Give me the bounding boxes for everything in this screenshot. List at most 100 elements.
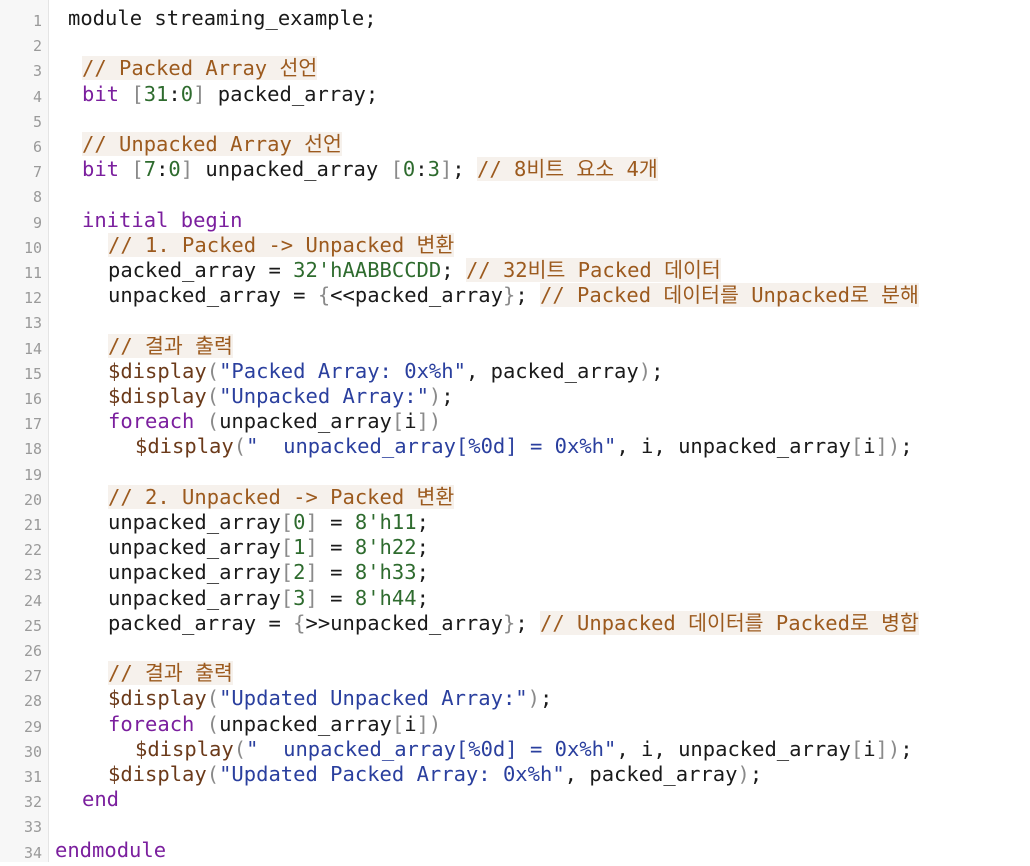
code-editor[interactable]: 1 module streaming_example; 2 3// Packed Ar…	[0, 0, 1030, 862]
code-text: // Packed Array 선언	[82, 56, 318, 81]
code-token: ;	[416, 510, 429, 534]
code-token: :	[168, 81, 181, 106]
code-token: , packed_array	[465, 358, 639, 383]
code-line[interactable]: 25 packed_array = {>>unpacked_array}; // …	[0, 610, 1030, 636]
code-token: i	[863, 434, 876, 459]
code-token: unpacked_array	[219, 409, 392, 434]
code-token: [	[280, 560, 294, 585]
code-text: unpacked_array[1] = 8'h22;	[108, 535, 429, 560]
code-token: =	[317, 535, 355, 560]
code-line[interactable]: 12 unpacked_array = {<<packed_array}; // …	[0, 283, 1030, 308]
code-token: $display	[108, 686, 207, 711]
code-line[interactable]: 20// 2. Unpacked -> Packed 변환	[0, 484, 1030, 510]
code-text: module streaming_example;	[68, 6, 377, 31]
code-token: $display	[108, 358, 207, 383]
code-token: 3	[293, 585, 306, 610]
code-token: =	[317, 510, 355, 534]
code-line[interactable]: 19	[0, 460, 1030, 485]
code-token: unpacked_array	[108, 510, 281, 534]
code-token: end	[82, 787, 120, 812]
code-token: )	[428, 711, 442, 736]
code-line[interactable]: 11 packed_array = 32'hAABBCCDD; // 32비트 P…	[0, 258, 1030, 283]
code-line[interactable]: 31 $display("Updated Packed Array: 0x%h",…	[0, 762, 1030, 787]
code-text: $display("Unpacked Array:");	[108, 384, 454, 409]
code-token: packed_array =	[108, 610, 294, 635]
code-line[interactable]: 26	[0, 636, 1030, 661]
code-token: ]	[305, 585, 318, 610]
code-line[interactable]: 29 foreach (unpacked_array[i])	[0, 712, 1030, 737]
code-line[interactable]: 21 unpacked_array[0] = 8'h11;	[0, 510, 1030, 535]
code-text: // 결과 출력	[108, 661, 233, 686]
code-line[interactable]: 5	[0, 107, 1030, 132]
code-line[interactable]: 14// 결과 출력	[0, 333, 1030, 359]
code-token: :	[156, 157, 169, 182]
code-line[interactable]: 30 $display(" unpacked_array[%0d] = 0x%h"…	[0, 737, 1030, 762]
code-token: (	[206, 409, 220, 434]
code-token: )	[638, 358, 652, 383]
code-token: (	[206, 384, 220, 408]
code-token: // Unpacked 데이터를 Packed로 병합	[540, 610, 919, 635]
code-text: bit [7:0] unpacked_array [0:3]; // 8비트 요…	[82, 157, 658, 182]
code-text: $display(" unpacked_array[%0d] = 0x%h", …	[135, 737, 913, 762]
code-token: foreach	[108, 711, 195, 736]
code-line[interactable]: 27// 결과 출력	[0, 661, 1030, 686]
code-line[interactable]: 34 endmodule	[0, 838, 1030, 863]
code-text: $display("Updated Unpacked Array:");	[108, 686, 552, 711]
code-token: [	[850, 736, 864, 761]
code-line[interactable]: 24 unpacked_array[3] = 8'h44;	[0, 586, 1030, 611]
code-token: =	[317, 585, 355, 610]
code-line[interactable]: 33	[0, 812, 1030, 837]
code-line[interactable]: 17 foreach (unpacked_array[i])	[0, 409, 1030, 434]
code-text: end	[82, 787, 119, 812]
code-line[interactable]: 7 bit [7:0] unpacked_array [0:3]; // 8비트 …	[0, 157, 1030, 182]
code-token: [	[280, 585, 294, 610]
code-line[interactable]: 28 $display("Updated Unpacked Array:");	[0, 686, 1030, 711]
code-text: packed_array = 32'hAABBCCDD; // 32비트 Pac…	[108, 258, 721, 283]
code-token: // 결과 출력	[108, 661, 233, 686]
code-token: 0	[402, 157, 416, 182]
code-token: // Packed 데이터를 Unpacked로 분해	[540, 283, 919, 308]
code-line[interactable]: 1 module streaming_example;	[0, 6, 1030, 31]
code-token: 0	[293, 510, 306, 534]
code-line[interactable]: 3// Packed Array 선언	[0, 56, 1030, 81]
code-line[interactable]: 18 $display(" unpacked_array[%0d] = 0x%h"…	[0, 434, 1030, 459]
code-token: $display	[108, 384, 207, 408]
code-line[interactable]: 15 $display("Packed Array: 0x%h", packed_…	[0, 359, 1030, 384]
code-line[interactable]: 4 bit [31:0] packed_array;	[0, 82, 1030, 107]
code-token: 0	[168, 157, 181, 182]
code-token: )	[527, 686, 540, 711]
code-line[interactable]: 2	[0, 31, 1030, 56]
code-text: unpacked_array[3] = 8'h44;	[108, 586, 429, 611]
code-text: // Unpacked Array 선언	[82, 132, 342, 157]
code-line[interactable]: 23 unpacked_array[2] = 8'h33;	[0, 560, 1030, 585]
code-token: >>unpacked_array	[305, 610, 503, 635]
code-text: bit [31:0] packed_array;	[82, 82, 378, 107]
code-token: [	[391, 711, 405, 736]
code-token: ;	[540, 686, 553, 711]
code-line[interactable]: 10// 1. Packed -> Unpacked 변환	[0, 232, 1030, 258]
code-line[interactable]: 6// Unpacked Array 선언	[0, 132, 1030, 157]
code-token: (	[206, 358, 220, 383]
code-token: " unpacked_array[%0d] = 0x%h"	[246, 434, 617, 459]
code-line[interactable]: 9 initial begin	[0, 208, 1030, 233]
code-line[interactable]: 16 $display("Unpacked Array:");	[0, 384, 1030, 409]
code-line[interactable]: 32 end	[0, 787, 1030, 812]
code-token: [	[131, 81, 144, 106]
code-token: endmodule	[55, 837, 167, 862]
code-token: $display	[108, 762, 207, 786]
code-token: "Updated Packed Array: 0x%h"	[219, 762, 565, 786]
code-token: ]	[305, 560, 318, 585]
code-text: unpacked_array[0] = 8'h11;	[108, 510, 429, 535]
code-line[interactable]: 8	[0, 182, 1030, 207]
code-token: (	[233, 736, 247, 761]
code-text: foreach (unpacked_array[i])	[108, 409, 441, 434]
code-token: 2	[293, 560, 306, 585]
code-token: <<packed_array	[330, 283, 503, 308]
code-text: $display("Updated Packed Array: 0x%h", p…	[108, 762, 762, 787]
code-text: unpacked_array[2] = 8'h33;	[108, 560, 429, 585]
code-line[interactable]: 22 unpacked_array[1] = 8'h22;	[0, 535, 1030, 560]
code-token: ;	[441, 258, 466, 282]
code-line[interactable]: 13	[0, 308, 1030, 333]
